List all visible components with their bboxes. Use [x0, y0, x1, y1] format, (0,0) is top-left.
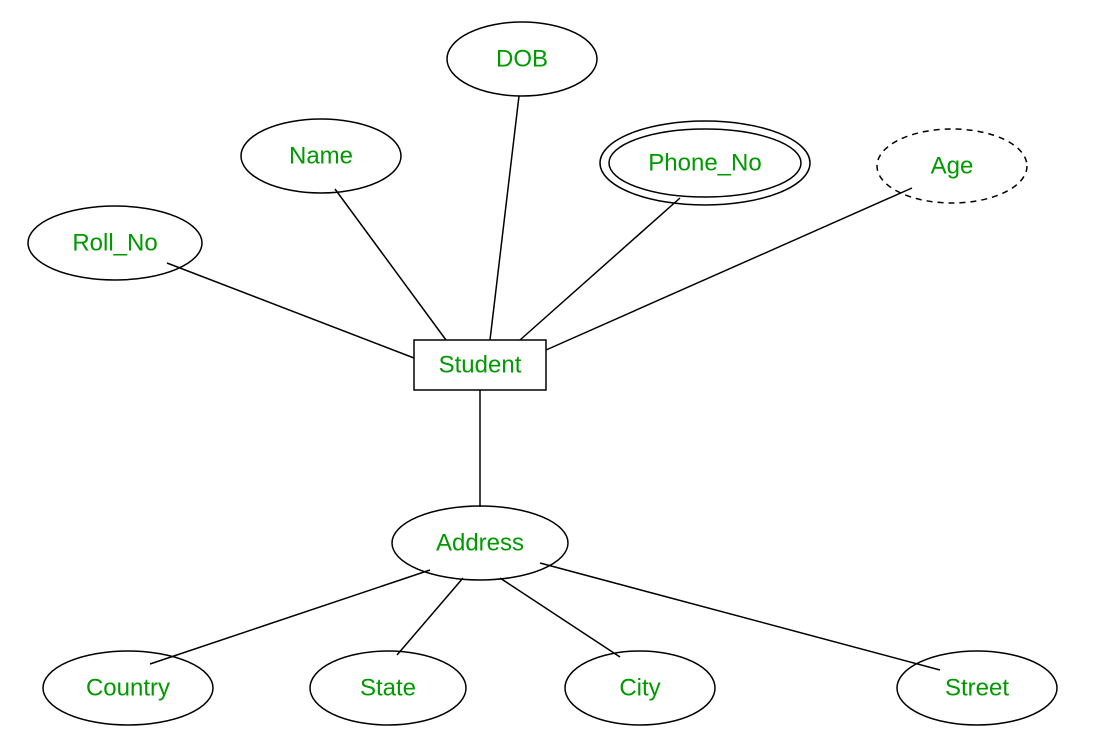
attr-age-label: Age: [931, 152, 974, 179]
edge-student-name: [335, 189, 446, 340]
entity-student-label: Student: [439, 351, 522, 378]
edge-address-country: [150, 570, 430, 664]
attr-phoneno-label: Phone_No: [648, 149, 761, 176]
edge-student-dob: [490, 96, 519, 340]
attr-address-label: Address: [436, 529, 524, 556]
edge-student-rollno: [167, 263, 414, 358]
attr-street-label: Street: [945, 674, 1009, 701]
attr-rollno-label: Roll_No: [72, 229, 157, 256]
edge-address-state: [397, 578, 463, 655]
attr-country-label: Country: [86, 674, 170, 701]
attr-dob-label: DOB: [496, 45, 548, 72]
er-diagram: Student Roll_No Name DOB Phone_No Age Ad…: [0, 0, 1112, 753]
edge-address-street: [540, 563, 940, 670]
edge-student-phoneno: [520, 198, 680, 340]
attr-state-label: State: [360, 674, 416, 701]
edge-address-city: [500, 578, 620, 657]
attr-city-label: City: [619, 674, 660, 701]
attr-name-label: Name: [289, 142, 353, 169]
